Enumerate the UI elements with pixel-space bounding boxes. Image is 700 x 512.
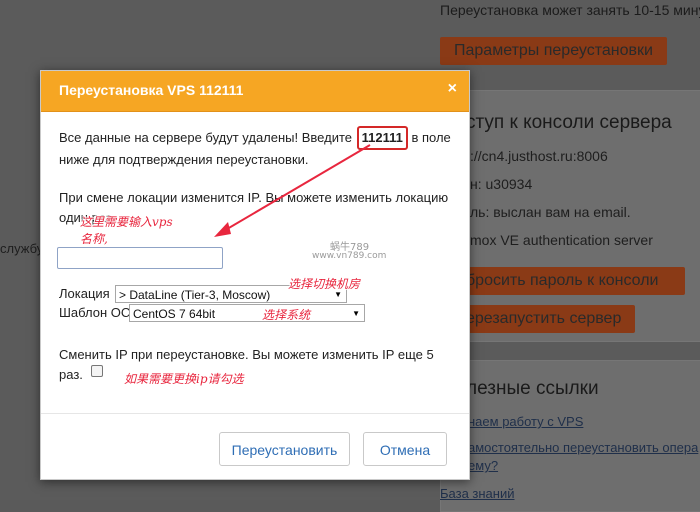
watermark-url: www.vn789.com <box>312 251 387 261</box>
input-annotation-line-2: 名称, <box>80 232 108 246</box>
change-ip-annotation: 如果需要更换ip请勾选 <box>124 372 244 386</box>
location-annotation: 选择切换机房 <box>288 277 361 291</box>
input-annotation-line-1: 这里需要输入vps <box>80 215 173 229</box>
template-annotation: 选择系统 <box>262 308 311 322</box>
